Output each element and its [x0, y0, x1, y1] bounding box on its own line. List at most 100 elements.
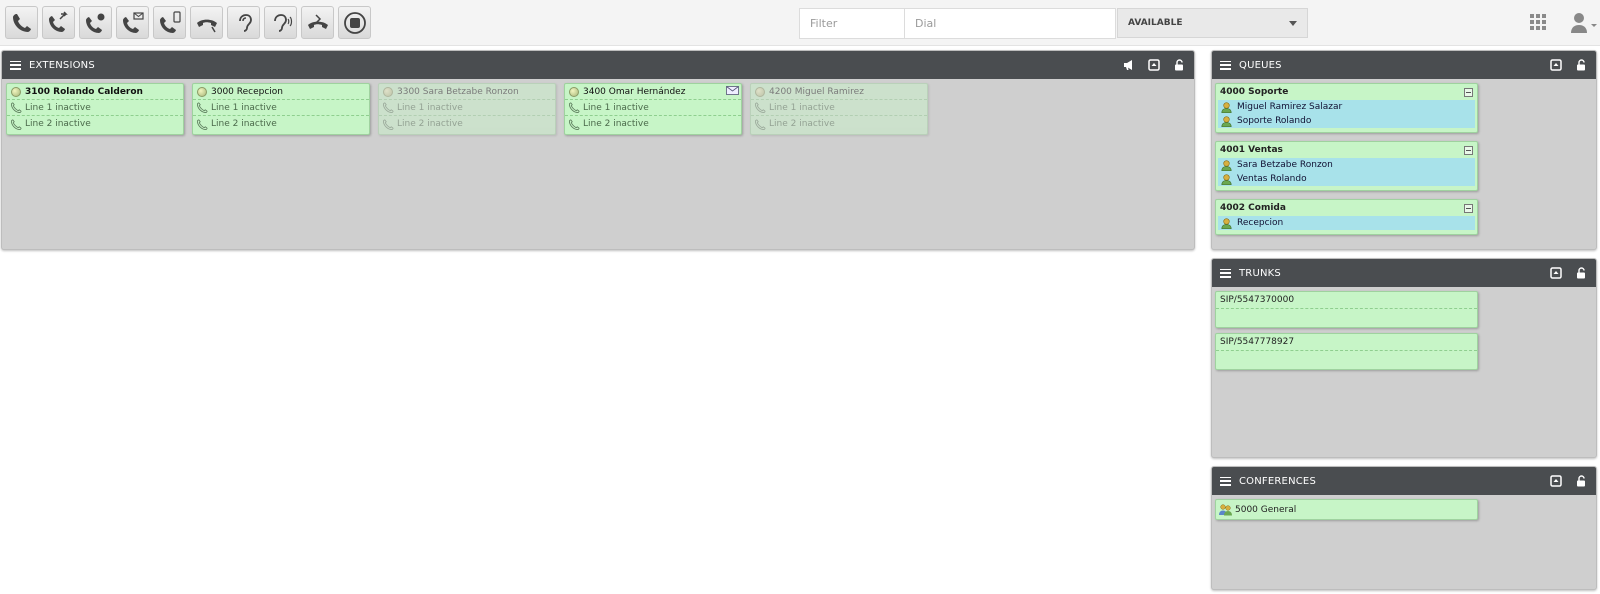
- queue-card[interactable]: 4001 Ventas Sara Betzabe Ronzon Ventas R…: [1215, 141, 1478, 191]
- line-status: Line 2 inactive: [397, 119, 463, 129]
- phone-icon: [12, 13, 31, 32]
- transfer-button[interactable]: [42, 6, 75, 39]
- collapse-icon[interactable]: [1464, 87, 1473, 97]
- line-status: Line 1 inactive: [211, 102, 277, 113]
- trunk-card[interactable]: SIP/5547778927: [1215, 333, 1478, 370]
- panel-title: CONFERENCES: [1239, 475, 1316, 487]
- filter-input[interactable]: [799, 8, 905, 39]
- menu-icon[interactable]: [10, 60, 21, 70]
- call-button[interactable]: [5, 6, 38, 39]
- minimize-icon[interactable]: [1549, 58, 1563, 72]
- queue-card[interactable]: 4002 Comida Recepcion: [1215, 199, 1478, 235]
- line-phone-icon: [755, 119, 766, 130]
- conferences-header: CONFERENCES: [1212, 467, 1596, 495]
- phone-transfer-icon: [48, 10, 68, 32]
- queue-card[interactable]: 4000 Soporte Miguel Ramirez Salazar Sopo…: [1215, 83, 1478, 133]
- menu-icon[interactable]: [1220, 60, 1231, 70]
- dial-input[interactable]: [905, 8, 1116, 39]
- status-dot-icon: [383, 86, 393, 97]
- line-status: Line 1 inactive: [25, 102, 91, 113]
- conferences-panel: CONFERENCES 5000 General: [1211, 466, 1597, 590]
- queue-member[interactable]: Sara Betzabe Ronzon: [1218, 158, 1475, 172]
- whisper-ear-icon: [273, 13, 292, 32]
- member-name: Recepcion: [1237, 218, 1284, 228]
- status-select[interactable]: AVAILABLE: [1117, 8, 1308, 38]
- panel-title: QUEUES: [1239, 59, 1282, 71]
- queue-label: 4000 Soporte: [1220, 87, 1289, 97]
- status-dot-icon: [197, 86, 207, 97]
- member-name: Soporte Rolando: [1237, 116, 1312, 126]
- conference-icon: [1219, 504, 1232, 516]
- conference-label: 5000 General: [1235, 504, 1297, 515]
- trunk-label: SIP/5547370000: [1216, 292, 1477, 309]
- unlock-icon[interactable]: [1574, 58, 1588, 72]
- line-phone-icon: [569, 119, 580, 130]
- voicemail-button[interactable]: [79, 6, 112, 39]
- line-phone-icon: [383, 102, 394, 113]
- line-status: Line 2 inactive: [25, 119, 91, 129]
- extensions-header: EXTENSIONS: [2, 51, 1194, 79]
- extension-card[interactable]: 3100 Rolando Calderon Line 1 inactive Li…: [6, 83, 184, 135]
- unlock-icon[interactable]: [1172, 58, 1186, 72]
- collapse-icon[interactable]: [1464, 145, 1473, 155]
- status-value: AVAILABLE: [1128, 18, 1183, 28]
- phone-mail-icon: [122, 11, 144, 33]
- line-status: Line 2 inactive: [211, 119, 277, 129]
- megaphone-icon[interactable]: [1122, 58, 1136, 72]
- menu-icon[interactable]: [1220, 476, 1231, 486]
- conference-card[interactable]: 5000 General: [1215, 499, 1478, 520]
- toolbar: AVAILABLE: [0, 0, 1600, 46]
- trunks-header: TRUNKS: [1212, 259, 1596, 287]
- extension-label: 3300 Sara Betzabe Ronzon: [397, 86, 519, 97]
- trunk-label: SIP/5547778927: [1216, 334, 1477, 351]
- minimize-icon[interactable]: [1549, 266, 1563, 280]
- queues-panel: QUEUES 4000 Soporte Miguel Ramirez Salaz…: [1211, 50, 1597, 250]
- collapse-icon[interactable]: [1464, 203, 1473, 213]
- agent-icon: [1221, 173, 1232, 185]
- listen-button[interactable]: [227, 6, 260, 39]
- user-icon: [1571, 13, 1597, 33]
- line-status: Line 1 inactive: [397, 102, 463, 113]
- queue-member[interactable]: Recepcion: [1218, 216, 1475, 230]
- listen-ear-icon: [238, 13, 252, 32]
- voicemail-envelope-icon: [726, 86, 739, 95]
- trunks-panel: TRUNKS SIP/5547370000 SIP/5547778927: [1211, 258, 1597, 458]
- member-name: Sara Betzabe Ronzon: [1237, 160, 1333, 170]
- extension-label: 3100 Rolando Calderon: [25, 86, 143, 97]
- extension-card[interactable]: 3000 Recepcion Line 1 inactive Line 2 in…: [192, 83, 370, 135]
- queue-member[interactable]: Miguel Ramirez Salazar: [1218, 100, 1475, 114]
- line-status: Line 2 inactive: [583, 119, 649, 129]
- queue-label: 4002 Comida: [1220, 203, 1286, 213]
- extension-label: 3400 Omar Hernández: [583, 86, 686, 97]
- member-name: Miguel Ramirez Salazar: [1237, 102, 1343, 112]
- phone-mobile-icon: [159, 10, 181, 33]
- line-phone-icon: [197, 102, 208, 113]
- extension-card[interactable]: 3400 Omar Hernández Line 1 inactive Line…: [564, 83, 742, 135]
- unlock-icon[interactable]: [1574, 266, 1588, 280]
- queue-member[interactable]: Soporte Rolando: [1218, 114, 1475, 128]
- trunk-card[interactable]: SIP/5547370000: [1215, 291, 1478, 328]
- mail-call-button[interactable]: [116, 6, 149, 39]
- line-phone-icon: [569, 102, 580, 113]
- line-status: Line 1 inactive: [769, 102, 835, 113]
- panel-title: TRUNKS: [1239, 267, 1281, 279]
- minimize-icon[interactable]: [1549, 474, 1563, 488]
- whisper-button[interactable]: [264, 6, 297, 39]
- queue-member[interactable]: Ventas Rolando: [1218, 172, 1475, 186]
- extension-card[interactable]: 4200 Miguel Ramirez Line 1 inactive Line…: [750, 83, 928, 135]
- line-status: Line 2 inactive: [769, 119, 835, 129]
- hangup-button[interactable]: [190, 6, 223, 39]
- unlock-icon[interactable]: [1574, 474, 1588, 488]
- mobile-call-button[interactable]: [153, 6, 186, 39]
- minimize-icon[interactable]: [1147, 58, 1161, 72]
- menu-icon[interactable]: [1220, 268, 1231, 278]
- agent-icon: [1221, 217, 1232, 229]
- apps-grid-icon[interactable]: [1530, 14, 1548, 30]
- hangup-icon: [196, 19, 217, 32]
- user-menu-button[interactable]: [1569, 12, 1597, 34]
- queue-label: 4001 Ventas: [1220, 145, 1283, 155]
- record-button[interactable]: [338, 6, 371, 39]
- extension-card[interactable]: 3300 Sara Betzabe Ronzon Line 1 inactive…: [378, 83, 556, 135]
- chevron-down-icon: [1289, 20, 1297, 26]
- pickup-button[interactable]: [301, 6, 334, 39]
